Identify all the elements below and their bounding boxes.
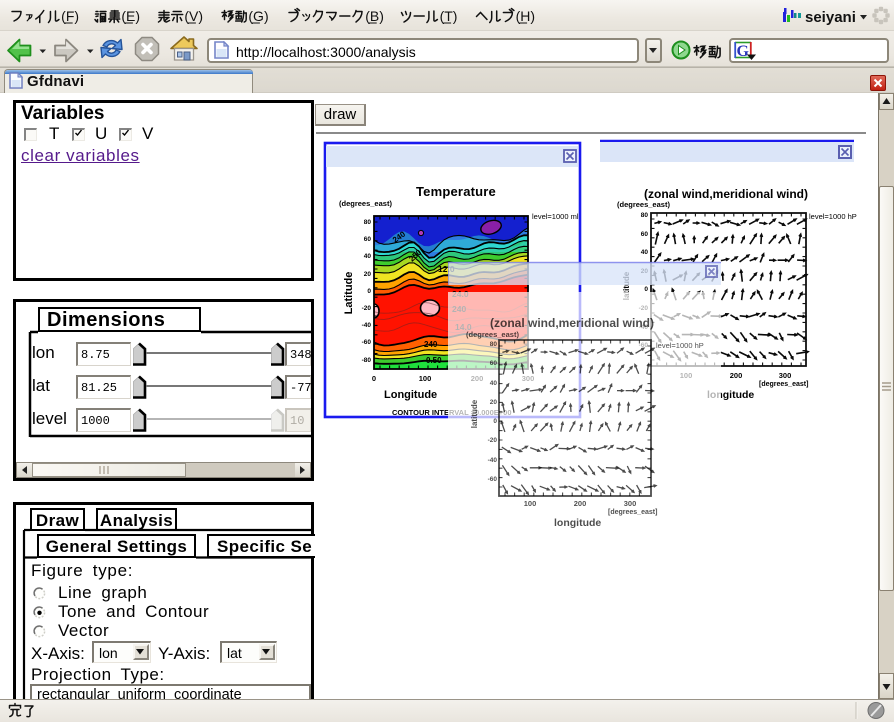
- svg-text:-20: -20: [488, 437, 498, 444]
- svg-text:40: 40: [364, 253, 372, 260]
- svg-text:60: 60: [364, 236, 372, 243]
- svg-text:0: 0: [644, 286, 648, 293]
- svg-text:Temperature: Temperature: [416, 184, 496, 199]
- svg-text:100: 100: [419, 374, 432, 383]
- svg-text:-80: -80: [362, 357, 372, 364]
- svg-text:(F): (F): [61, 8, 79, 24]
- svg-text:(zonal wind,meridional wind): (zonal wind,meridional wind): [644, 187, 808, 201]
- svg-text:240: 240: [424, 340, 438, 349]
- svg-text:80: 80: [490, 341, 498, 348]
- svg-text:40: 40: [490, 380, 498, 387]
- svg-text:level=1000 hP: level=1000 hP: [809, 212, 857, 221]
- svg-text:(H): (H): [516, 8, 535, 24]
- svg-text:(T): (T): [440, 8, 458, 24]
- svg-text:Latitude: Latitude: [343, 272, 355, 315]
- svg-text:(degrees_east): (degrees_east): [617, 200, 670, 209]
- svg-text:(V): (V): [184, 8, 203, 24]
- svg-text:20: 20: [364, 271, 372, 278]
- svg-text:100: 100: [524, 499, 537, 508]
- svg-text:level=1000 ml: level=1000 ml: [532, 212, 579, 221]
- svg-text:80: 80: [641, 212, 649, 219]
- svg-text:200: 200: [730, 371, 743, 380]
- svg-text:(G): (G): [248, 8, 268, 24]
- svg-text:latitude: latitude: [470, 399, 479, 428]
- svg-text:[degrees_east]: [degrees_east]: [759, 381, 808, 388]
- svg-text:-60: -60: [488, 476, 498, 483]
- svg-text:-20: -20: [362, 305, 372, 312]
- svg-text:seiyani: seiyani: [805, 9, 856, 26]
- svg-text:40: 40: [641, 249, 649, 256]
- svg-text:20: 20: [490, 399, 498, 406]
- svg-text:0: 0: [372, 374, 376, 383]
- svg-text:(B): (B): [365, 8, 384, 24]
- svg-text:Longitude: Longitude: [384, 389, 437, 401]
- svg-text:80: 80: [364, 219, 372, 226]
- svg-text:0.50: 0.50: [426, 356, 442, 365]
- svg-text:longitude: longitude: [554, 517, 601, 529]
- svg-text:-40: -40: [488, 457, 498, 464]
- svg-text:(E): (E): [121, 8, 140, 24]
- svg-text:0: 0: [367, 288, 371, 295]
- svg-text:0: 0: [493, 418, 497, 425]
- svg-text:300: 300: [624, 499, 637, 508]
- svg-text:-60: -60: [362, 339, 372, 346]
- svg-text:60: 60: [490, 360, 498, 367]
- svg-text:[degrees_east]: [degrees_east]: [608, 509, 657, 516]
- svg-text:level=1000 hP: level=1000 hP: [656, 341, 704, 350]
- svg-text:-40: -40: [362, 322, 372, 329]
- svg-text:(degrees_east): (degrees_east): [339, 199, 392, 208]
- svg-text:300: 300: [779, 371, 792, 380]
- svg-text:(degrees_east): (degrees_east): [466, 330, 519, 339]
- svg-text:G: G: [737, 43, 750, 60]
- svg-text:(zonal wind,meridional wind): (zonal wind,meridional wind): [490, 316, 654, 330]
- svg-text:60: 60: [641, 231, 649, 238]
- svg-text:200: 200: [574, 499, 587, 508]
